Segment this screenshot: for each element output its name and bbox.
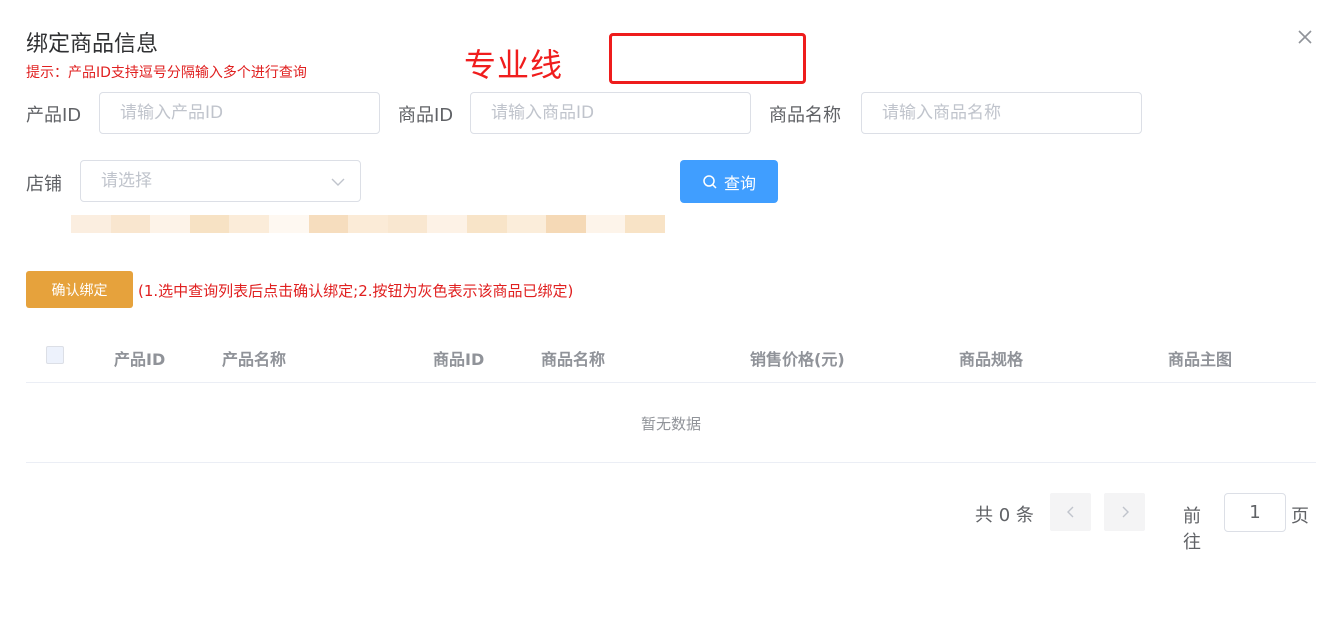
chevron-right-icon bbox=[1122, 506, 1129, 518]
prev-page-button[interactable] bbox=[1050, 493, 1091, 531]
dialog-tip: 提示：产品ID支持逗号分隔输入多个进行查询 bbox=[26, 65, 307, 81]
column-header: 商品ID bbox=[433, 350, 485, 369]
confirm-bind-button[interactable]: 确认绑定 bbox=[26, 271, 133, 308]
column-header: 商品名称 bbox=[541, 350, 606, 369]
goods-table: 产品ID 产品名称 商品ID 商品名称 销售价格(元) 商品规格 商品主图 暂无… bbox=[26, 330, 1316, 463]
goods-id-input[interactable] bbox=[491, 103, 730, 123]
shop-select[interactable] bbox=[80, 160, 361, 202]
annotation-label: 专业线 bbox=[464, 46, 564, 84]
product-id-input[interactable] bbox=[120, 103, 359, 123]
shop-label: 店铺 bbox=[26, 174, 62, 195]
product-id-label: 产品ID bbox=[26, 105, 82, 126]
goods-name-field[interactable] bbox=[861, 92, 1142, 134]
column-header: 商品主图 bbox=[1168, 350, 1233, 369]
goods-name-input[interactable] bbox=[882, 103, 1121, 123]
goods-id-field[interactable] bbox=[470, 92, 751, 134]
bind-instruction-note: (1.选中查询列表后点击确认绑定;2.按钮为灰色表示该商品已绑定) bbox=[138, 282, 574, 300]
search-button[interactable]: 查询 bbox=[680, 160, 778, 203]
annotation-highlight-box bbox=[609, 33, 806, 84]
goods-id-label: 商品ID bbox=[398, 105, 454, 126]
close-button[interactable] bbox=[1294, 26, 1316, 48]
column-header: 销售价格(元) bbox=[750, 350, 845, 369]
shop-select-input[interactable] bbox=[101, 171, 340, 191]
close-icon bbox=[1298, 30, 1312, 44]
product-id-field[interactable] bbox=[99, 92, 380, 134]
total-count: 共 0 条 bbox=[975, 505, 1034, 526]
search-icon bbox=[703, 174, 717, 189]
goto-label: 前往 bbox=[1183, 506, 1201, 553]
column-header: 产品名称 bbox=[222, 350, 287, 369]
goto-page-input[interactable]: 1 bbox=[1224, 493, 1286, 532]
table-body: 暂无数据 bbox=[26, 383, 1316, 463]
column-header: 商品规格 bbox=[959, 350, 1024, 369]
goods-name-label: 商品名称 bbox=[769, 105, 841, 126]
dialog-title: 绑定商品信息 bbox=[26, 32, 159, 57]
column-header: 产品ID bbox=[114, 350, 166, 369]
select-all-checkbox[interactable] bbox=[46, 346, 64, 364]
chevron-down-icon bbox=[331, 178, 345, 186]
page-unit-label: 页 bbox=[1291, 506, 1309, 527]
obscured-region bbox=[71, 215, 665, 233]
empty-state-text: 暂无数据 bbox=[640, 415, 701, 433]
chevron-left-icon bbox=[1066, 506, 1073, 518]
search-button-label: 查询 bbox=[723, 173, 756, 193]
next-page-button[interactable] bbox=[1104, 493, 1145, 531]
table-header: 产品ID 产品名称 商品ID 商品名称 销售价格(元) 商品规格 商品主图 bbox=[26, 330, 1316, 383]
